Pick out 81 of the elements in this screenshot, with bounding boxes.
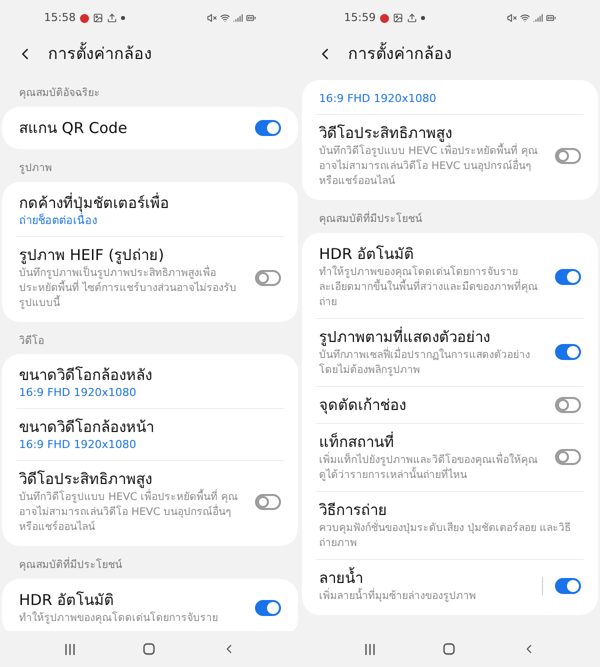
setting-row[interactable]: HDR อัตโนมัติ ทำให้รูปภาพของคุณโดดเด่นโดยการจับราย	[2, 582, 298, 631]
status-time: 15:59	[344, 10, 376, 26]
signal-icon	[233, 13, 243, 23]
page-title: การตั้งค่ากล้อง	[48, 42, 152, 65]
setting-description: เพิ่มลายน้ำที่มุมซ้ายล่างของรูปภาพ	[319, 588, 477, 604]
toggle-switch[interactable]	[555, 268, 581, 285]
app-notification-icon	[80, 14, 89, 22]
setting-title: ขนาดวิดีโอกล้องหน้า	[19, 417, 155, 438]
setting-title: แท็กสถานที่	[319, 432, 395, 452]
setting-row[interactable]: วิธีการถ่าย ควบคุมฟังก์ชั่นของปุ่มระดับเสียง ปุ่มชัตเตอร์ลอย และวิธีถ่ายภาพ	[302, 492, 598, 559]
app-notification-icon	[380, 14, 389, 22]
setting-title: วิดีโอประสิทธิภาพสูง	[319, 123, 453, 143]
setting-title: HDR อัตโนมัติ	[319, 244, 416, 264]
battery-icon	[546, 13, 556, 23]
setting-row[interactable]: ขนาดวิดีโอกล้องหน้า 16:9 FHD 1920x1080	[2, 409, 298, 460]
wifi-icon	[520, 13, 530, 23]
toggle-switch[interactable]	[255, 600, 281, 616]
setting-row[interactable]: HDR อัตโนมัติ ทำให้รูปภาพของคุณโดดเด่นโดยการจับรายละเอียดมากขึ้นในพื้นที่สว่างและมืดของภาพที่คุณถ่าย	[302, 236, 598, 318]
section-header: คุณสมบัติที่มีประโยชน์	[318, 210, 423, 227]
setting-row[interactable]: วิดีโอประสิทธิภาพสูง บันทึกวิดีโอรูปแบบ HEVC เพื่อประหยัดพื้นที่ คุณอาจไม่สามารถเล่นวิดีโอ HEVC บนอุปกรณ์อื่นๆ หรือแชร์ออนไลน์	[2, 461, 298, 544]
upload-icon	[106, 13, 117, 23]
setting-row[interactable]: ขนาดวิดีโอกล้องหลัง 16:9 FHD 1920x1080	[2, 357, 298, 408]
toggle-switch[interactable]	[555, 449, 581, 466]
setting-value: 16:9 FHD 1920x1080	[19, 385, 138, 400]
image-icon	[92, 13, 103, 23]
setting-row[interactable]: กดค้างที่ปุ่มชัตเตอร์เพื่อ ถ่ายช็อตต่อเนื่อง	[2, 184, 298, 236]
setting-description: ทำให้รูปภาพของคุณโดดเด่นโดยการจับรายละเอียดมากขึ้นในพื้นที่สว่างและมืดของภาพที่คุณถ่าย	[319, 264, 539, 310]
upload-icon	[406, 13, 417, 23]
toggle-switch[interactable]	[555, 396, 581, 413]
setting-description: ทำให้รูปภาพของคุณโดดเด่นโดยการจับราย	[19, 611, 219, 626]
section-header: คุณสมบัติที่มีประโยชน์	[18, 556, 123, 574]
setting-title: จุดตัดเก้าช่อง	[319, 394, 407, 415]
mute-icon	[207, 13, 217, 23]
toggle-switch[interactable]	[255, 494, 281, 510]
setting-title: สแกน QR Code	[19, 118, 128, 138]
setting-title: รูปภาพ HEIF (รูปถ่าย)	[19, 244, 164, 264]
setting-row[interactable]: จุดตัดเก้าช่อง	[302, 386, 598, 423]
setting-description: บันทึกวิดีโอรูปแบบ HEVC เพื่อประหยัดพื้นที่ คุณอาจไม่สามารถเล่นวิดีโอ HEVC บนอุปกรณ์อื่นๆ หรือแชร์ออนไลน์	[19, 490, 240, 536]
status-time: 15:58	[44, 10, 76, 26]
setting-description: ควบคุมฟังก์ชั่นของปุ่มระดับเสียง ปุ่มชัตเตอร์ลอย และวิธีถ่ายภาพ	[319, 520, 572, 551]
setting-title: วิธีการถ่าย	[319, 500, 388, 520]
recent-apps-icon[interactable]	[64, 644, 76, 654]
setting-description: เพิ่มแท็กไปยังรูปภาพและวิดีโอของคุณเพื่อให้คุณดูได้ว่ารายการเหล่านั้นถ่ายที่ไหน	[319, 452, 539, 483]
section-header: รูปภาพ	[18, 160, 53, 176]
setting-title: ลายน้ำ	[319, 568, 364, 588]
image-icon	[392, 13, 403, 23]
signal-icon	[533, 13, 543, 23]
toggle-switch[interactable]	[255, 270, 281, 286]
toggle-switch[interactable]	[555, 578, 581, 594]
setting-row[interactable]: สแกน QR Code	[2, 110, 298, 146]
setting-value: 16:9 FHD 1920x1080	[19, 437, 138, 452]
toggle-switch[interactable]	[555, 148, 581, 164]
setting-value: 16:9 FHD 1920x1080	[319, 91, 438, 106]
toggle-switch[interactable]	[555, 344, 581, 360]
battery-icon	[246, 13, 256, 23]
setting-description: บันทึกวิดีโอรูปแบบ HEVC เพื่อประหยัดพื้นที่ คุณอาจไม่สามารถเล่นวิดีโอ HEVC บนอุปกรณ์อื่นๆ หรือแชร์ออนไลน์	[319, 144, 540, 189]
dot-icon	[120, 16, 125, 20]
home-icon[interactable]	[142, 643, 155, 655]
setting-title: รูปภาพตามที่แสดงตัวอย่าง	[319, 326, 490, 346]
setting-row[interactable]: แท็กสถานที่ เพิ่มแท็กไปยังรูปภาพและวิดีโอของคุณเพื่อให้คุณดูได้ว่ารายการเหล่านั้นถ่ายที่ไหน	[302, 424, 598, 491]
setting-title: ขนาดวิดีโอกล้องหลัง	[19, 365, 153, 386]
setting-row[interactable]: รูปภาพตามที่แสดงตัวอย่าง บันทึกภาพเซลฟี่เมื่อปรากฏในการแสดงตัวอย่างโดยไม่ต้องพลิกรูปภาพ	[302, 318, 598, 386]
setting-title: กดค้างที่ปุ่มชัตเตอร์เพื่อ	[19, 192, 170, 212]
setting-row[interactable]: 16:9 FHD 1920x1080	[302, 83, 598, 114]
section-header: คุณสมบัติอัจฉริยะ	[18, 86, 101, 101]
section-header: วิดีโอ	[18, 334, 45, 348]
recent-apps-icon[interactable]	[364, 644, 376, 654]
setting-row[interactable]: วิดีโอประสิทธิภาพสูง บันทึกวิดีโอรูปแบบ HEVC เพื่อประหยัดพื้นที่ คุณอาจไม่สามารถเล่นวิดีโอ HEVC บนอุปกรณ์อื่นๆ หรือแชร์ออนไลน์	[302, 115, 598, 197]
home-icon[interactable]	[442, 643, 455, 655]
wifi-icon	[220, 13, 230, 23]
setting-value: ถ่ายช็อตต่อเนื่อง	[19, 212, 98, 228]
mute-icon	[507, 13, 517, 23]
setting-row[interactable]: รูปภาพ HEIF (รูปถ่าย) บันทึกรูปภาพเป็นรูปภาพประสิทธิภาพสูงเพื่อประหยัดพื้นที่ ไซต์การแชร์บางส่วนอาจไม่รองรับรูปแบบนี้	[2, 236, 298, 318]
toggle-switch[interactable]	[255, 120, 281, 136]
setting-row[interactable]: ลายน้ำ เพิ่มลายน้ำที่มุมซ้ายล่างของรูปภาพ	[302, 560, 598, 612]
dot-icon	[420, 16, 425, 20]
setting-title: HDR อัตโนมัติ	[19, 590, 116, 610]
page-title: การตั้งค่ากล้อง	[348, 42, 452, 65]
setting-title: วิดีโอประสิทธิภาพสูง	[19, 469, 153, 489]
setting-description: บันทึกรูปภาพเป็นรูปภาพประสิทธิภาพสูงเพื่อประหยัดพื้นที่ ไซต์การแชร์บางส่วนอาจไม่รองรับรูปแบบนี้	[19, 266, 243, 310]
setting-description: บันทึกภาพเซลฟี่เมื่อปรากฏในการแสดงตัวอย่างโดยไม่ต้องพลิกรูปภาพ	[319, 348, 543, 378]
